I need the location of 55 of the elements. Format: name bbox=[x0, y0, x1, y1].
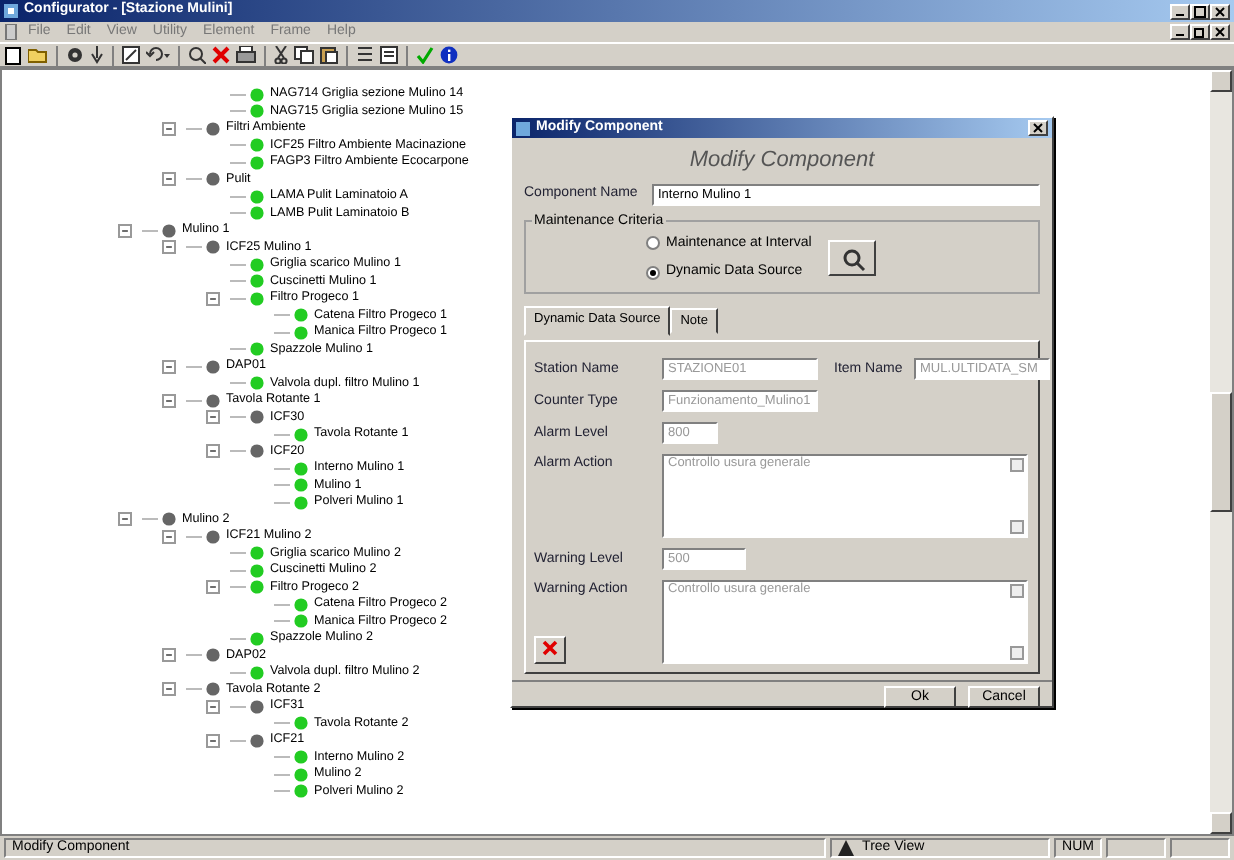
collapse-icon[interactable] bbox=[206, 410, 220, 425]
collapse-icon[interactable] bbox=[162, 529, 176, 544]
app-icon bbox=[4, 4, 18, 18]
check-icon[interactable] bbox=[416, 46, 434, 64]
paste-icon[interactable] bbox=[320, 46, 338, 64]
collapse-icon[interactable] bbox=[162, 240, 176, 255]
leaf-node-icon bbox=[250, 342, 264, 357]
collapse-icon[interactable] bbox=[206, 580, 220, 595]
dialog-heading: Modify Component bbox=[687, 146, 877, 176]
leaf-node-icon bbox=[250, 376, 264, 391]
edit-icon[interactable] bbox=[122, 46, 140, 64]
info-icon[interactable] bbox=[440, 46, 458, 64]
leaf-node-icon bbox=[294, 716, 308, 731]
close-button[interactable] bbox=[1028, 120, 1048, 136]
maximize-button[interactable] bbox=[1190, 3, 1210, 19]
leaf-node-icon bbox=[250, 665, 264, 680]
minimize-button[interactable] bbox=[1170, 24, 1190, 40]
radio-button[interactable] bbox=[646, 236, 660, 251]
delete-button[interactable] bbox=[534, 636, 566, 665]
open-folder-icon[interactable] bbox=[28, 46, 48, 64]
collapse-icon[interactable] bbox=[206, 733, 220, 748]
collapse-icon[interactable] bbox=[206, 444, 220, 459]
leaf-node-icon bbox=[250, 631, 264, 646]
collapse-icon[interactable] bbox=[162, 648, 176, 663]
delete-icon bbox=[542, 640, 558, 657]
document-icon bbox=[4, 24, 18, 40]
printer-icon[interactable] bbox=[236, 46, 256, 64]
cut-icon[interactable] bbox=[274, 46, 288, 64]
collapse-icon[interactable] bbox=[206, 699, 220, 714]
minimize-button[interactable] bbox=[1170, 3, 1190, 19]
search-icon[interactable] bbox=[188, 46, 206, 64]
leaf-node-icon bbox=[294, 427, 308, 442]
new-file-icon[interactable] bbox=[4, 45, 22, 65]
list-icon[interactable] bbox=[356, 46, 374, 64]
scrollbar[interactable] bbox=[1210, 70, 1232, 834]
collapse-icon[interactable] bbox=[162, 359, 176, 374]
copy-icon[interactable] bbox=[294, 46, 314, 64]
collapse-icon[interactable] bbox=[118, 223, 132, 238]
down-arrow-icon[interactable] bbox=[90, 46, 104, 64]
collapse-icon[interactable] bbox=[118, 512, 132, 527]
collapse-icon[interactable] bbox=[162, 393, 176, 408]
close-button[interactable] bbox=[1210, 24, 1230, 40]
collapse-icon[interactable] bbox=[162, 121, 176, 136]
collapse-icon[interactable] bbox=[162, 172, 176, 187]
delete-icon[interactable] bbox=[212, 46, 230, 64]
collapse-icon[interactable] bbox=[206, 291, 220, 306]
tree-icon bbox=[838, 840, 855, 856]
radio-button[interactable] bbox=[646, 265, 660, 280]
close-button[interactable] bbox=[1210, 3, 1230, 19]
list-icon[interactable] bbox=[380, 46, 398, 64]
collapse-icon[interactable] bbox=[162, 682, 176, 697]
app-icon bbox=[516, 121, 530, 135]
undo-icon[interactable] bbox=[146, 46, 170, 64]
restore-button[interactable] bbox=[1190, 24, 1210, 40]
settings-button[interactable] bbox=[827, 240, 876, 276]
